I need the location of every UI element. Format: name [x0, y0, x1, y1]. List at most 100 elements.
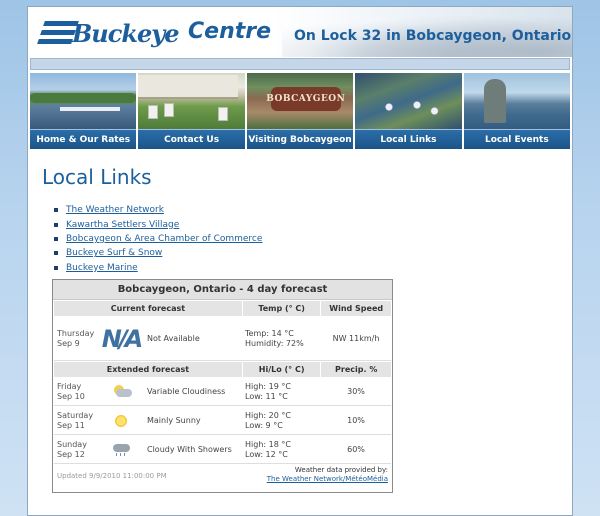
weather-updated-time: Updated 9/9/2010 11:00:00 PM	[57, 472, 167, 480]
nav-label-visiting-bobcaygeon: Visiting Bobcaygeon	[246, 129, 354, 149]
weather-attribution: Weather data provided by: The Weather Ne…	[267, 466, 388, 484]
header-current-forecast: Current forecast	[54, 301, 242, 316]
current-date-cell: Thursday Sep 9	[54, 329, 99, 349]
forecast-low: Low: 11 °C	[245, 391, 288, 401]
photo-dock	[60, 107, 120, 111]
forecast-icon-cell	[99, 384, 143, 399]
forecast-condition: Variable Cloudiness	[147, 387, 226, 396]
current-humidity: Humidity: 72%	[245, 338, 304, 348]
weather-footer: Updated 9/9/2010 11:00:00 PM Weather dat…	[57, 466, 388, 490]
nav-photo-town-sign: BOBCAYGEON	[246, 73, 354, 129]
forecast-hilo-cell: High: 18 °C Low: 12 °C	[243, 440, 321, 460]
forecast-date: Sep 12	[57, 449, 85, 459]
bullet-icon	[54, 265, 58, 270]
forecast-date: Sep 10	[57, 391, 85, 401]
weather-provider-link[interactable]: The Weather Network/MétéoMédia	[267, 475, 388, 483]
bullet-icon	[54, 222, 58, 227]
current-icon-cell: N/A	[99, 325, 143, 353]
current-day: Thursday	[57, 328, 95, 338]
nav-local-events[interactable]: Local Events	[463, 73, 571, 155]
current-forecast-header: Current forecast Temp (° C) Wind Speed	[54, 301, 391, 316]
forecast-hilo-cell: High: 20 °C Low: 9 °C	[243, 411, 321, 431]
forecast-date-cell: Saturday Sep 11	[54, 411, 99, 431]
page-title: Local Links	[42, 165, 152, 189]
nav-photo-patio	[138, 73, 245, 129]
forecast-low: Low: 12 °C	[245, 449, 288, 459]
town-sign: BOBCAYGEON	[266, 87, 345, 111]
list-item: Buckeye Marine	[54, 261, 262, 275]
main-navigation: Home & Our Rates Contact Us BOBCAYGEON V…	[30, 73, 571, 155]
forecast-precip: 60%	[347, 445, 365, 454]
list-item: Buckeye Surf & Snow	[54, 246, 262, 260]
cloud-sun-icon	[110, 384, 132, 399]
list-item: The Weather Network	[54, 203, 262, 217]
site-tagline: On Lock 32 in Bobcaygeon, Ontario	[294, 28, 572, 44]
local-links-list: The Weather Network Kawartha Settlers Vi…	[54, 203, 262, 275]
cloud-rain-icon	[110, 443, 132, 457]
link-buckeye-marine[interactable]: Buckeye Marine	[66, 263, 138, 273]
forecast-date-cell: Friday Sep 10	[54, 382, 99, 402]
weather-title: Bobcaygeon, Ontario - 4 day forecast	[53, 280, 392, 300]
nav-label-home-rates: Home & Our Rates	[30, 129, 137, 149]
forecast-high: High: 18 °C	[245, 439, 291, 449]
forecast-condition: Mainly Sunny	[147, 416, 201, 425]
forecast-day: Saturday	[57, 410, 94, 420]
nav-label-local-links: Local Links	[355, 129, 462, 149]
forecast-condition: Cloudy With Showers	[147, 445, 232, 454]
nav-photo-aerial	[355, 73, 462, 129]
list-item: Bobcaygeon & Area Chamber of Commerce	[54, 232, 262, 246]
forecast-precip: 30%	[347, 387, 365, 396]
forecast-day: Friday	[57, 381, 82, 391]
header-precip: Precip. %	[321, 362, 391, 377]
nav-label-contact-us: Contact Us	[138, 129, 245, 149]
current-wind: NW 11km/h	[332, 334, 380, 343]
forecast-low: Low: 9 °C	[245, 420, 283, 430]
link-buckeye-surf-snow[interactable]: Buckeye Surf & Snow	[66, 248, 162, 258]
forecast-day: Sunday	[57, 439, 87, 449]
nav-label-local-events: Local Events	[463, 129, 571, 149]
current-condition: Not Available	[147, 334, 200, 343]
list-item: Kawartha Settlers Village	[54, 217, 262, 231]
current-temp: Temp: 14 °C	[245, 328, 294, 338]
site-header: Buckeye Centre On Lock 32 in Bobcaygeon,…	[28, 7, 572, 57]
header-hi-lo: Hi/Lo (° C)	[242, 362, 321, 377]
na-icon: N/A	[101, 324, 143, 353]
nav-photo-lake	[30, 73, 137, 129]
photo-boats	[375, 97, 446, 117]
header-extended-forecast: Extended forecast	[54, 362, 242, 377]
link-weather-network[interactable]: The Weather Network	[66, 205, 164, 215]
forecast-icon-cell	[99, 443, 143, 457]
nav-contact-us[interactable]: Contact Us	[138, 73, 245, 155]
header-wind-speed: Wind Speed	[321, 301, 391, 316]
forecast-row-friday: Friday Sep 10 Variable Cloudiness High: …	[54, 378, 391, 406]
photo-house	[138, 75, 239, 99]
page-container: Buckeye Centre On Lock 32 in Bobcaygeon,…	[27, 6, 573, 516]
current-date: Sep 9	[57, 338, 80, 348]
nav-photo-statue	[463, 73, 571, 129]
nav-local-links[interactable]: Local Links	[355, 73, 462, 155]
forecast-row-sunday: Sunday Sep 12 Cloudy With Showers High: …	[54, 436, 391, 464]
weather-provided-by: Weather data provided by:	[294, 466, 388, 474]
bullet-icon	[54, 251, 58, 256]
logo-text-centre: Centre	[188, 19, 272, 44]
link-chamber-of-commerce[interactable]: Bobcaygeon & Area Chamber of Commerce	[66, 234, 262, 244]
weather-widget: Bobcaygeon, Ontario - 4 day forecast Cur…	[52, 279, 393, 493]
header-temp: Temp (° C)	[242, 301, 321, 316]
current-forecast-row: Thursday Sep 9 N/A Not Available Temp: 1…	[54, 317, 391, 361]
extended-forecast-header: Extended forecast Hi/Lo (° C) Precip. %	[54, 362, 391, 377]
nav-home-rates[interactable]: Home & Our Rates	[30, 73, 137, 155]
photo-chairs	[148, 103, 229, 121]
bullet-icon	[54, 236, 58, 241]
current-temp-cell: Temp: 14 °C Humidity: 72%	[243, 329, 321, 349]
bullet-icon	[54, 208, 58, 213]
sun-icon	[114, 413, 128, 428]
link-kawartha-settlers-village[interactable]: Kawartha Settlers Village	[66, 220, 179, 230]
forecast-high: High: 19 °C	[245, 381, 291, 391]
nav-visiting-bobcaygeon[interactable]: BOBCAYGEON Visiting Bobcaygeon	[246, 73, 354, 155]
forecast-row-saturday: Saturday Sep 11 Mainly Sunny High: 20 °C…	[54, 407, 391, 435]
forecast-icon-cell	[99, 413, 143, 428]
header-divider-strip	[30, 58, 570, 70]
site-logo[interactable]: Buckeye Centre	[37, 19, 283, 51]
forecast-hilo-cell: High: 19 °C Low: 11 °C	[243, 382, 321, 402]
logo-text-buckeye: Buckeye	[72, 19, 179, 48]
